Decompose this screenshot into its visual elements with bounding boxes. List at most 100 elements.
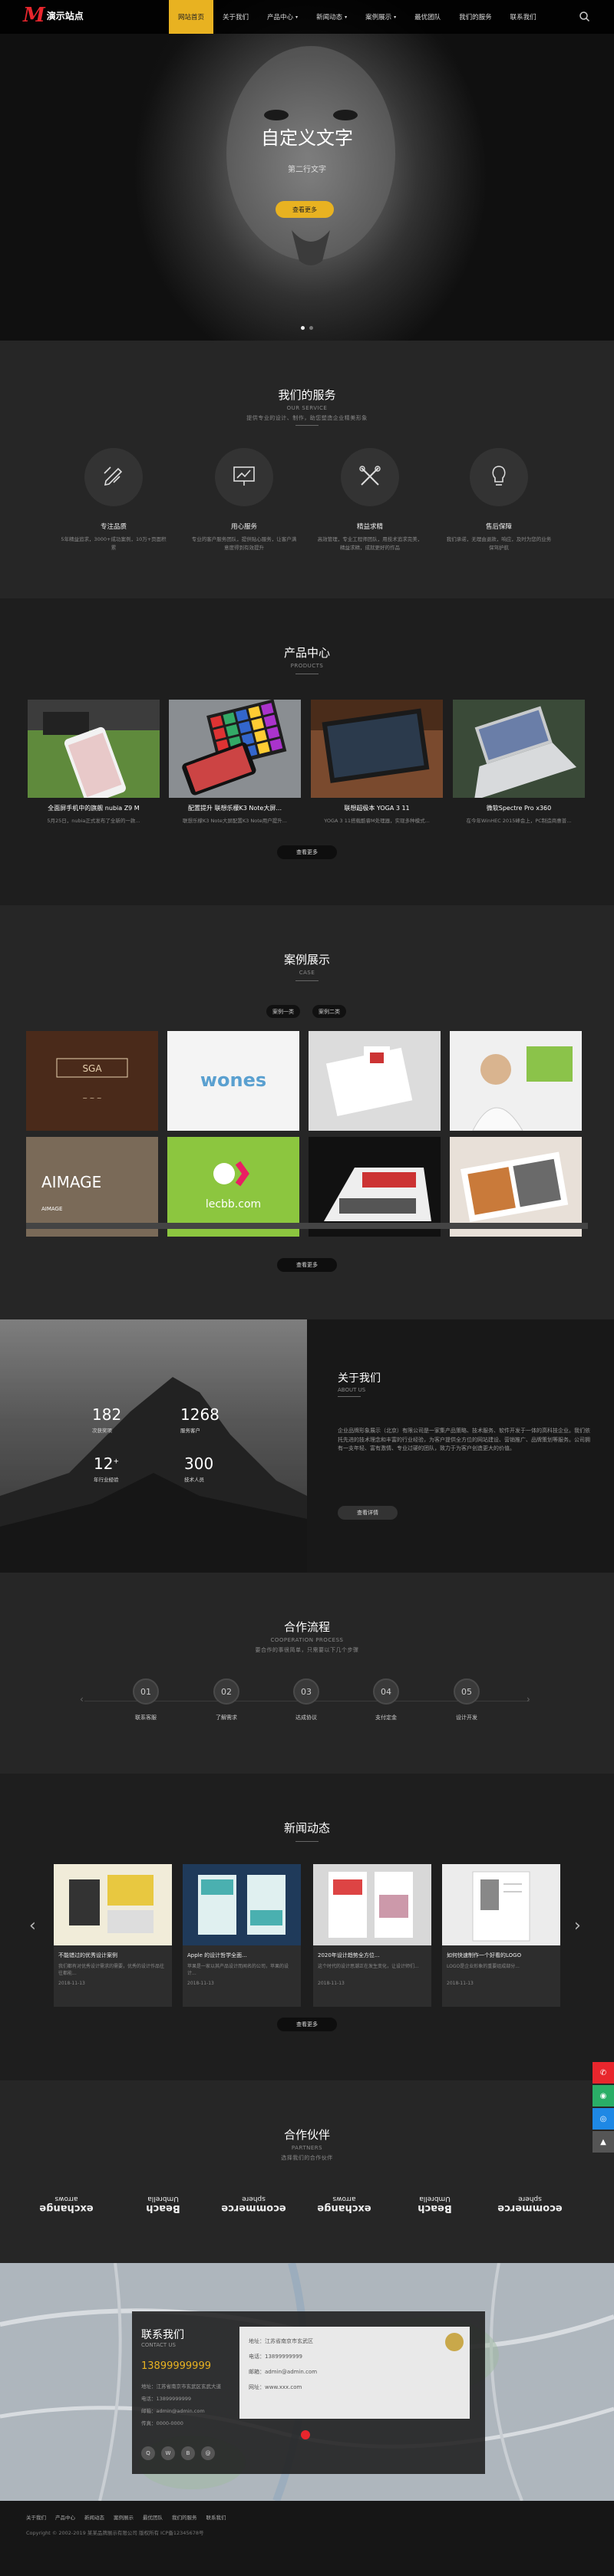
service-card[interactable]: 精益求精 高效管理，专业工程师团队，用技术追求完美，精益求精，成就更好的作品 [316, 448, 424, 552]
hero-more-button[interactable]: 查看更多 [276, 201, 334, 218]
product-image[interactable] [453, 700, 585, 798]
product-image[interactable] [169, 700, 301, 798]
news-card[interactable]: Apple 的设计哲学全面... 苹果是一家以其产品设计而闻名的公司，苹果的设计.… [183, 1864, 301, 2007]
news-more-button[interactable]: 查看更多 [277, 2018, 337, 2031]
chevron-down-icon: ▾ [295, 14, 299, 20]
weibo-icon[interactable]: B [181, 2446, 195, 2460]
partner-logo-top: ecommerce [497, 2202, 563, 2215]
news-image[interactable] [54, 1864, 172, 1945]
partners-intro: 选择我们的合作伙伴 [281, 2155, 333, 2161]
nav-item[interactable]: 产品中心 ▾ [258, 0, 307, 34]
phone-icon[interactable]: ✆ [593, 2062, 614, 2084]
news-image[interactable] [183, 1864, 301, 1945]
arrow-right-icon[interactable]: › [574, 1916, 581, 1935]
email-icon[interactable]: @ [201, 2446, 215, 2460]
product-desc: 联想乐檬K3 Note大屏配置K3 Note用户提升... [183, 818, 287, 824]
partner-logo[interactable]: ecommerce sphere [497, 2189, 563, 2220]
qq-icon[interactable]: Q [141, 2446, 155, 2460]
news-card[interactable]: 不能错过的优秀设计案例 我们都有对优秀设计需求的需要，优秀的设计作品往往都能...… [54, 1864, 172, 2007]
partner-logo[interactable]: exchange arrows [34, 2189, 99, 2220]
product-card[interactable]: 微软Spectre Pro x360 在今年WinHEC 2015峰会上，PC制造… [453, 700, 585, 824]
product-name[interactable]: 联想超极本 YOGA 3 11 [311, 804, 443, 812]
case-card[interactable]: wones [167, 1031, 299, 1131]
case-card[interactable] [450, 1031, 582, 1131]
nav-item-label: 最优团队 [414, 14, 441, 21]
arrow-up-icon[interactable]: ▲ [593, 2131, 614, 2153]
case-tab-2[interactable]: 案例二类 [312, 1005, 346, 1018]
service-card[interactable]: 售后保障 我们承诺，无理由退款，响应，及时为您的业务保驾护航 [445, 448, 553, 552]
case-card[interactable] [309, 1031, 441, 1131]
about-body: 企业品牌形象展示（北京）有限公司是一家集产品策略、技术服务、软件开发于一体的高科… [338, 1428, 590, 1451]
wechat-icon[interactable]: ◉ [593, 2085, 614, 2107]
products-title: 产品中心 [283, 646, 330, 660]
product-image[interactable] [28, 700, 160, 798]
news-title[interactable]: Apple 的设计哲学全面... [187, 1952, 296, 1959]
nav-item-label: 案例展示 [365, 14, 392, 21]
product-name[interactable]: 微软Spectre Pro x360 [453, 804, 585, 812]
qq-icon[interactable]: ◎ [593, 2108, 614, 2130]
product-card[interactable]: 全面屏手机中的旗舰 nubia Z9 M 5月25日，nubia正式发布了全新的一… [28, 700, 160, 824]
news-card[interactable]: 2020年设计趋势全方位... 这个时代的设计思潮正在发生变化，让设计师们... 2… [313, 1864, 431, 2007]
arrow-left-icon[interactable]: ‹ [29, 1916, 36, 1935]
partner-logo[interactable]: exchange arrows [312, 2189, 377, 2220]
service-name: 精益求精 [356, 523, 383, 531]
stat-number: 182 [92, 1405, 122, 1424]
case-card[interactable]: lecbb.com [167, 1137, 299, 1237]
search-icon[interactable] [577, 9, 593, 25]
service-name: 专注品质 [100, 523, 127, 531]
contact-panel: 联系我们 CONTACT US 13899999999 地址：江苏省南京市玄武区… [132, 2311, 485, 2474]
service-card[interactable]: 专注品质 5年精益追求，3000+成功案例，10万+页面积累 [60, 448, 167, 552]
nav-item[interactable]: 我们的服务 [450, 0, 501, 34]
logo[interactable]: M 演示站点 [23, 5, 84, 25]
step-label: 支付定金 [375, 1715, 397, 1721]
news-title[interactable]: 如何快速制作一个好看的LOGO [447, 1952, 556, 1959]
footer-link[interactable]: 联系我们 [206, 2513, 226, 2521]
nav-item[interactable]: 案例展示 ▾ [356, 0, 405, 34]
about-subtitle: ABOUT US [338, 1387, 366, 1393]
footer-link[interactable]: 新闻动态 [84, 2513, 104, 2521]
services-intro: 提供专业的设计、制作，助您塑造企业精美形象 [246, 415, 368, 421]
nav-item[interactable]: 联系我们 [501, 0, 546, 34]
footer-link[interactable]: 最优团队 [143, 2513, 163, 2521]
nav-item[interactable]: 最优团队 [405, 0, 450, 34]
partner-logo[interactable]: Beach Umbrella [402, 2189, 467, 2220]
cases-more-button[interactable]: 查看更多 [277, 1258, 337, 1272]
product-image[interactable] [311, 700, 443, 798]
case-card[interactable] [450, 1137, 582, 1237]
news-title[interactable]: 不能错过的优秀设计案例 [58, 1952, 167, 1959]
nav-item[interactable]: 新闻动态 ▾ [307, 0, 356, 34]
news-card[interactable]: 如何快速制作一个好看的LOGO LOGO是企业形象的重要组成部分... 2018-1… [442, 1864, 560, 2007]
contact-card-line: 电话：13899999999 [249, 2354, 302, 2360]
case-card[interactable] [309, 1137, 441, 1237]
case-card[interactable]: SGA ~ ~ ~ [26, 1031, 158, 1131]
case-tab-1[interactable]: 案例一类 [266, 1005, 300, 1018]
footer-link[interactable]: 产品中心 [55, 2513, 75, 2521]
footer-link[interactable]: 案例展示 [114, 2513, 134, 2521]
process-step: 01 联系客服 [115, 1678, 177, 1721]
about-more-button[interactable]: 查看详情 [338, 1506, 398, 1520]
case-card[interactable]: AIMAGE AIMAGE [26, 1137, 158, 1237]
news-image[interactable] [442, 1864, 560, 1945]
footer-link[interactable]: 我们的服务 [172, 2513, 197, 2521]
news-date: 2018-11-13 [58, 1981, 85, 1986]
partner-logo[interactable]: Beach Umbrella [130, 2189, 196, 2220]
case-scrollbar[interactable] [26, 1223, 588, 1229]
process-title: 合作流程 [283, 1620, 330, 1634]
news-image[interactable] [313, 1864, 431, 1945]
news-title[interactable]: 2020年设计趋势全方位... [318, 1952, 427, 1959]
news-desc: 苹果是一家以其产品设计而闻名的公司，苹果的设计... [187, 1964, 289, 1976]
slider-dot[interactable] [309, 326, 313, 330]
partner-logo[interactable]: ecommerce sphere [221, 2189, 286, 2220]
products-more-button[interactable]: 查看更多 [277, 845, 337, 859]
product-name[interactable]: 配置提升 联想乐檬K3 Note大屏... [169, 804, 301, 812]
service-card[interactable]: 用心服务 专业的客户服务团队，提供贴心服务，让客户满意度得到有效提升 [190, 448, 298, 552]
product-card[interactable]: 配置提升 联想乐檬K3 Note大屏... 联想乐檬K3 Note大屏配置K3 N… [169, 700, 301, 824]
product-name[interactable]: 全面屏手机中的旗舰 nubia Z9 M [28, 804, 160, 812]
slider-dot[interactable] [301, 326, 305, 330]
footer-link[interactable]: 关于我们 [26, 2513, 46, 2521]
hero-title: 自定义文字 [261, 127, 353, 149]
product-card[interactable]: 联想超极本 YOGA 3 11 YOGA 3 11搭载酷睿M处理器，实现多种模式.… [311, 700, 443, 824]
nav-item[interactable]: 关于我们 [213, 0, 258, 34]
wechat-icon[interactable]: W [161, 2446, 175, 2460]
nav-item[interactable]: 网站首页 [169, 0, 214, 34]
